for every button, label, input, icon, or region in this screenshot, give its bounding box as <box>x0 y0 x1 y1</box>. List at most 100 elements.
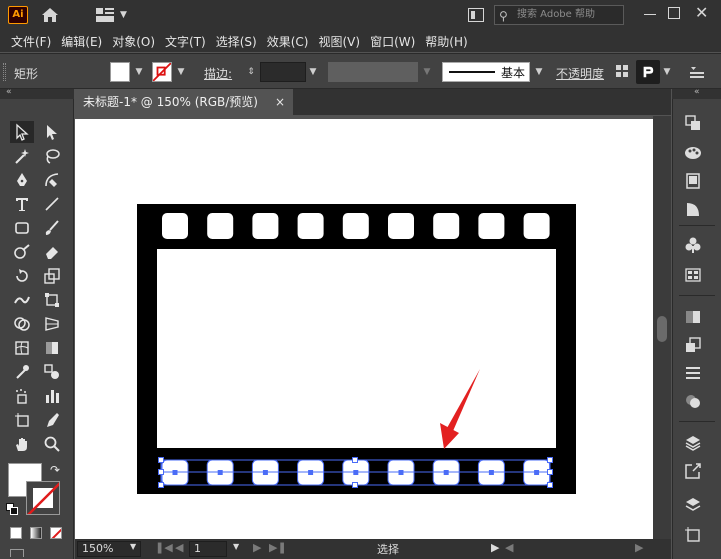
rectangle-tool-icon[interactable] <box>10 217 34 239</box>
panel-grip[interactable] <box>3 63 6 81</box>
shape-builder-tool-icon[interactable] <box>10 313 34 335</box>
gradient-mode-icon[interactable] <box>30 527 42 539</box>
stroke-weight-stepper-icon[interactable]: ⇕ <box>244 62 258 82</box>
minimize-icon[interactable] <box>644 14 656 15</box>
menu-help[interactable]: 帮助(H) <box>420 33 472 50</box>
close-icon[interactable]: ✕ <box>695 3 708 22</box>
selection-tool-icon[interactable] <box>10 121 34 143</box>
artboard-tool-icon[interactable] <box>10 409 34 431</box>
color-panel-icon[interactable] <box>683 143 703 163</box>
sprocket-hole-top[interactable] <box>523 213 550 239</box>
pen-tool-icon[interactable] <box>10 169 34 191</box>
last-artboard-icon[interactable]: ▶❚ <box>269 541 287 554</box>
arrange-documents-icon[interactable] <box>468 8 484 22</box>
sprocket-hole-top[interactable] <box>162 213 188 239</box>
gradient-tool-icon[interactable] <box>40 337 64 359</box>
menu-select[interactable]: 选择(S) <box>211 33 262 50</box>
stroke-swatch[interactable] <box>152 62 172 82</box>
eraser-tool-icon[interactable] <box>40 241 64 263</box>
stroke-weight-dropdown-icon[interactable]: ▼ <box>306 62 320 82</box>
control-menu-icon[interactable]: ▼ <box>660 62 674 82</box>
stroke-panel-icon[interactable] <box>683 363 703 383</box>
stroke-label[interactable]: 描边: <box>204 65 232 82</box>
color-mode-icon[interactable] <box>10 527 22 539</box>
panel-menu-icon[interactable] <box>690 63 704 79</box>
selection-handle[interactable] <box>547 469 553 475</box>
stroke-dropdown-icon[interactable]: ▼ <box>174 62 188 82</box>
libraries-panel-icon[interactable] <box>683 495 703 515</box>
mesh-tool-icon[interactable] <box>10 337 34 359</box>
artboards-panel-icon[interactable] <box>683 525 703 545</box>
export-panel-icon[interactable] <box>683 461 703 481</box>
magic-wand-tool-icon[interactable] <box>10 145 34 167</box>
expand-panels-icon[interactable]: « <box>694 87 700 97</box>
selection-handle[interactable] <box>547 482 553 488</box>
menu-object[interactable]: 对象(O) <box>107 33 160 50</box>
swap-fill-stroke-icon[interactable]: ↷ <box>50 463 60 477</box>
align-grid-icon[interactable] <box>616 65 628 77</box>
default-colors-icon[interactable] <box>6 503 18 515</box>
layers-panel-icon[interactable] <box>683 433 703 453</box>
curvature-tool-icon[interactable] <box>40 169 64 191</box>
chevron-down-icon[interactable]: ▼ <box>120 10 127 20</box>
gradient-panel-icon[interactable] <box>683 199 703 219</box>
fill-swatch[interactable] <box>110 62 130 82</box>
vertical-scroll-thumb[interactable] <box>657 316 667 342</box>
scale-tool-icon[interactable] <box>40 265 64 287</box>
symbol-sprayer-tool-icon[interactable] <box>10 385 34 407</box>
next-artboard-icon[interactable]: ▶ <box>253 541 261 554</box>
symbols-panel-icon[interactable] <box>683 235 703 255</box>
sprocket-hole-top[interactable] <box>252 213 279 239</box>
close-tab-icon[interactable]: × <box>275 89 289 115</box>
film-strip-artwork[interactable] <box>75 119 653 539</box>
free-transform-tool-icon[interactable] <box>40 289 64 311</box>
menu-type[interactable]: 文字(T) <box>160 33 211 50</box>
perspective-grid-tool-icon[interactable] <box>40 313 64 335</box>
sprocket-hole-top[interactable] <box>388 213 414 239</box>
selection-handle[interactable] <box>352 482 358 488</box>
transparency-panel-icon[interactable] <box>683 391 703 411</box>
menu-window[interactable]: 窗口(W) <box>365 33 420 50</box>
recolor-artwork-icon[interactable] <box>636 60 660 84</box>
workspace-switcher-icon[interactable] <box>96 8 114 22</box>
selection-handle[interactable] <box>547 457 553 463</box>
fill-dropdown-icon[interactable]: ▼ <box>132 62 146 82</box>
artboard[interactable] <box>75 119 653 539</box>
eyedropper-tool-icon[interactable] <box>10 361 34 383</box>
previous-artboard-icon[interactable]: ◀ <box>175 541 183 554</box>
selection-handle[interactable] <box>158 457 164 463</box>
scroll-left-icon[interactable]: ◀ <box>505 541 513 554</box>
menu-effect[interactable]: 效果(C) <box>262 33 314 50</box>
stroke-weight-field[interactable] <box>260 62 306 82</box>
warp-tool-icon[interactable] <box>10 289 34 311</box>
sprocket-hole-top[interactable] <box>433 213 460 239</box>
menu-file[interactable]: 文件(F) <box>6 33 56 50</box>
brush-definition-field[interactable]: 基本 <box>442 62 530 82</box>
column-graph-tool-icon[interactable] <box>40 385 64 407</box>
first-artboard-icon[interactable]: ❚◀ <box>155 541 173 554</box>
blend-tool-icon[interactable] <box>40 361 64 383</box>
sprocket-hole-top[interactable] <box>297 213 324 239</box>
slice-tool-icon[interactable] <box>40 409 64 431</box>
paintbrush-tool-icon[interactable] <box>40 217 64 239</box>
artboard-number-field[interactable]: 1 <box>189 541 227 557</box>
selection-handle[interactable] <box>352 457 358 463</box>
brush-dropdown-icon[interactable]: ▼ <box>532 62 546 82</box>
lasso-tool-icon[interactable] <box>40 145 64 167</box>
stroke-color-box[interactable] <box>26 481 60 515</box>
zoom-level-field[interactable]: 150% ▼ <box>77 541 141 557</box>
type-tool-icon[interactable] <box>10 193 34 215</box>
collapse-toolbar-icon[interactable]: « <box>6 87 12 97</box>
zoom-dropdown-icon[interactable]: ▼ <box>130 542 136 551</box>
opacity-label[interactable]: 不透明度 <box>556 65 604 82</box>
sprocket-hole-top[interactable] <box>478 213 505 239</box>
rotate-tool-icon[interactable] <box>10 265 34 287</box>
selection-handle[interactable] <box>158 469 164 475</box>
profile-dropdown-icon[interactable]: ▼ <box>420 62 434 82</box>
home-icon[interactable] <box>40 6 60 24</box>
export-asset-panel-icon[interactable] <box>683 335 703 355</box>
sprocket-hole-top[interactable] <box>342 213 369 239</box>
artboard-dropdown-icon[interactable]: ▼ <box>233 542 239 551</box>
status-menu-icon[interactable]: ▶ <box>491 541 499 554</box>
maximize-icon[interactable] <box>668 7 680 19</box>
